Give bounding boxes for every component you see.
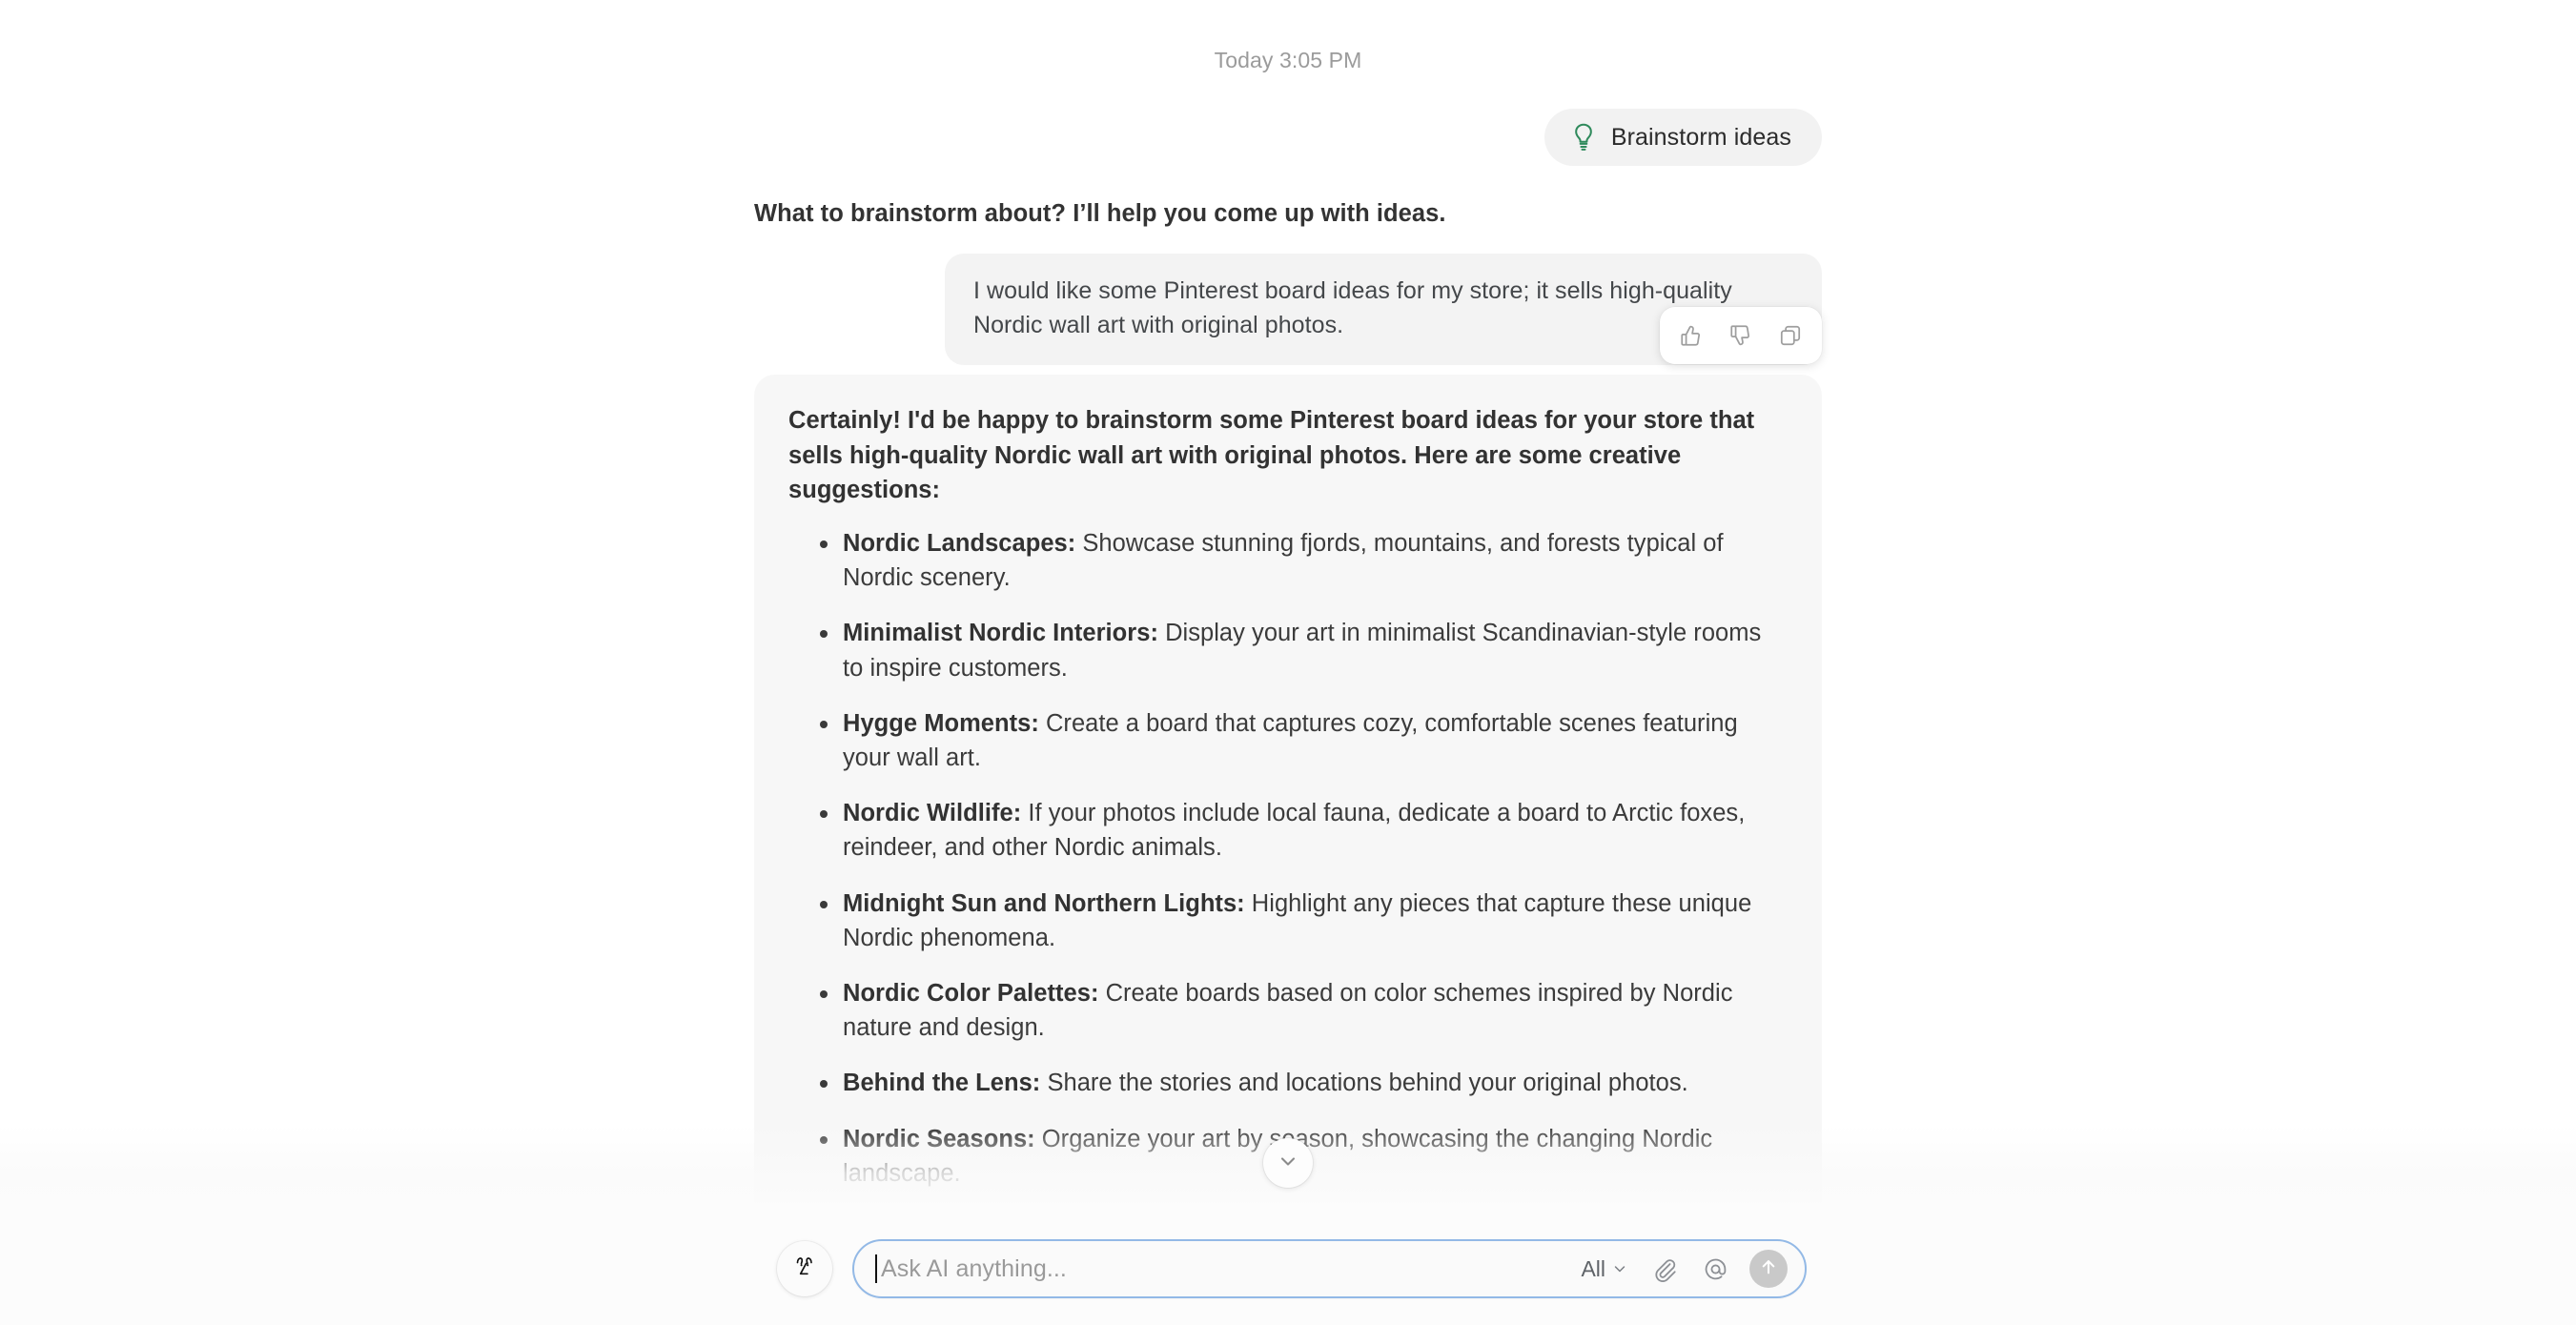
send-button[interactable] — [1749, 1250, 1788, 1288]
idea-title: Midnight Sun and Northern Lights: — [843, 889, 1245, 917]
list-item: Nordic Wildlife: If your photos include … — [788, 796, 1788, 865]
idea-title: Nordic Landscapes: — [843, 530, 1076, 558]
composer: Ask AI anything... All — [777, 1239, 1807, 1298]
search-input[interactable]: Ask AI anything... — [881, 1255, 1567, 1283]
arrow-up-icon — [1758, 1256, 1779, 1282]
message-actions-toolbar — [1660, 307, 1822, 364]
answer-intro-paragraph: Certainly! I'd be happy to brainstorm so… — [788, 407, 1755, 503]
conversation-timestamp: Today 3:05 PM — [1214, 48, 1362, 72]
prompt-chip-row: Brainstorm ideas — [754, 109, 1822, 166]
list-item: Behind the Lens: Share the stories and l… — [788, 1066, 1788, 1100]
chevron-down-icon — [1277, 1150, 1299, 1177]
prompt-chip-brainstorm-ideas[interactable]: Brainstorm ideas — [1544, 109, 1822, 166]
assistant-answer-card: Certainly! I'd be happy to brainstorm so… — [754, 375, 1822, 1213]
ai-assistant-avatar-icon[interactable] — [777, 1241, 832, 1296]
idea-list: Nordic Landscapes: Showcase stunning fjo… — [788, 526, 1788, 1191]
paperclip-icon[interactable] — [1645, 1250, 1683, 1288]
message-input-container[interactable]: Ask AI anything... All — [852, 1239, 1807, 1298]
scope-selector[interactable]: All — [1581, 1256, 1627, 1282]
ai-chat-window: Today 3:05 PM Brainstorm ideas What to b… — [0, 0, 2576, 1325]
list-item: Hygge Moments: Create a board that captu… — [788, 706, 1788, 775]
lightbulb-icon — [1571, 123, 1596, 152]
assistant-intro-line: What to brainstorm about? I’ll help you … — [754, 200, 1446, 227]
idea-title: Behind the Lens: — [843, 1070, 1041, 1097]
list-item: Minimalist Nordic Interiors: Display you… — [788, 616, 1788, 684]
list-item: Nordic Landscapes: Showcase stunning fjo… — [788, 526, 1788, 595]
scroll-to-bottom-button[interactable] — [1263, 1138, 1313, 1188]
conversation-column: Today 3:05 PM Brainstorm ideas What to b… — [754, 0, 1822, 1213]
composer-bar: Ask AI anything... All — [0, 1213, 2576, 1325]
idea-title: Nordic Seasons: — [843, 1125, 1035, 1152]
prompt-chip-label: Brainstorm ideas — [1610, 123, 1791, 151]
scope-label: All — [1581, 1255, 1605, 1281]
idea-title: Hygge Moments: — [843, 709, 1039, 737]
chevron-down-icon — [1612, 1256, 1627, 1282]
list-item: Nordic Color Palettes: Create boards bas… — [788, 976, 1788, 1045]
idea-title: Minimalist Nordic Interiors: — [843, 620, 1158, 647]
thumbs-down-icon[interactable] — [1719, 316, 1763, 356]
text-caret — [875, 1254, 877, 1283]
list-item: Midnight Sun and Northern Lights: Highli… — [788, 887, 1788, 955]
at-mention-icon[interactable] — [1696, 1250, 1734, 1288]
conversation-scroll-area[interactable]: Today 3:05 PM Brainstorm ideas What to b… — [0, 0, 2576, 1213]
copy-icon[interactable] — [1768, 316, 1812, 356]
idea-body: Share the stories and locations behind y… — [1040, 1070, 1688, 1097]
thumbs-up-icon[interactable] — [1669, 316, 1713, 356]
idea-title: Nordic Color Palettes: — [843, 980, 1099, 1008]
idea-title: Nordic Wildlife: — [843, 800, 1022, 827]
